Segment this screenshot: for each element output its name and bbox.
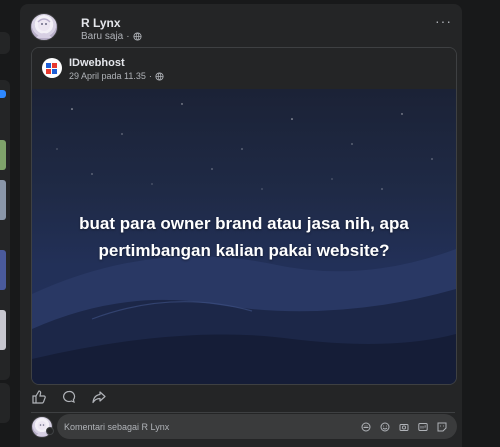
actions-divider	[31, 412, 455, 413]
shared-page-name[interactable]: IDwebhost	[69, 57, 125, 69]
side-card-bottom	[0, 383, 10, 423]
comment-button[interactable]	[60, 388, 78, 406]
post-image[interactable]: buat para owner brand atau jasa nih, apa…	[32, 89, 456, 384]
emoji-icon[interactable]	[380, 422, 390, 432]
shared-post-date[interactable]: 29 April pada 11.35	[69, 71, 146, 81]
post-meta: Baru saja ·	[81, 31, 142, 42]
comment-tools	[361, 422, 447, 432]
idwebhost-logo[interactable]	[42, 58, 62, 78]
shared-post[interactable]: IDwebhost 29 April pada 11.35 · buat par…	[31, 47, 457, 385]
side-card-top	[0, 32, 10, 54]
online-status-icon	[46, 427, 54, 435]
like-icon	[32, 390, 46, 404]
comment-placeholder: Komentari sebagai R Lynx	[64, 421, 170, 432]
shared-post-header: IDwebhost 29 April pada 11.35 ·	[32, 48, 456, 88]
globe-icon	[133, 32, 142, 41]
like-button[interactable]	[30, 388, 48, 406]
author-name[interactable]: R Lynx	[81, 16, 121, 30]
camera-icon[interactable]	[399, 422, 409, 432]
post-time[interactable]: Baru saja	[81, 31, 123, 42]
side-card-stories[interactable]	[0, 80, 10, 380]
avatar-sticker-icon[interactable]	[361, 422, 371, 432]
shared-post-meta: 29 April pada 11.35 ·	[69, 71, 164, 81]
side-thumb-1	[0, 90, 6, 98]
post-actions	[30, 388, 108, 406]
gif-icon[interactable]	[418, 422, 428, 432]
side-thumb-2	[0, 140, 6, 170]
side-thumb-4	[0, 250, 6, 290]
sticker-icon[interactable]	[437, 422, 447, 432]
side-thumb-3	[0, 180, 6, 220]
share-button[interactable]	[90, 388, 108, 406]
comment-icon	[63, 390, 76, 403]
side-thumb-5	[0, 310, 6, 350]
comment-input[interactable]: Komentari sebagai R Lynx	[57, 414, 457, 439]
globe-icon	[155, 71, 164, 81]
share-icon	[92, 391, 106, 404]
author-avatar[interactable]	[30, 13, 58, 41]
more-options-button[interactable]: ···	[435, 14, 452, 28]
comment-composer: Komentari sebagai R Lynx	[20, 414, 462, 447]
post-caption: buat para owner brand atau jasa nih, apa…	[79, 214, 409, 260]
